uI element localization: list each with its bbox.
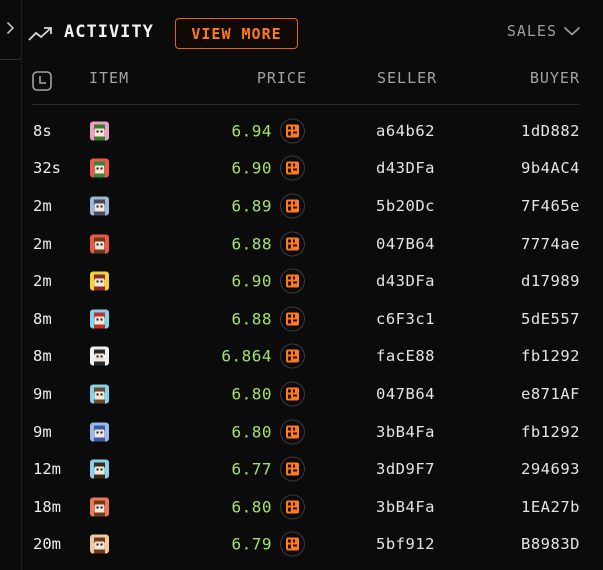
buyer-address[interactable]: e871AF (521, 385, 580, 403)
time-ago: 8m (33, 309, 52, 328)
item-avatar[interactable] (90, 121, 109, 141)
header-divider (32, 104, 580, 105)
buyer-address[interactable]: B8983D (521, 535, 580, 553)
blur-token-icon (280, 118, 305, 144)
view-more-button[interactable]: VIEW MORE (175, 18, 298, 49)
column-header-price[interactable]: PRICE (257, 69, 307, 91)
table-row[interactable]: 2m 6.88 047B64 7774ae (0, 225, 603, 263)
time-ago: 8m (33, 347, 52, 366)
item-avatar[interactable] (90, 346, 109, 366)
time-ago: 8s (33, 121, 52, 140)
table-row[interactable]: 8m 6.864 facE88 fb1292 (0, 338, 603, 376)
buyer-address[interactable]: 1dD882 (521, 122, 580, 140)
table-row[interactable]: 2m 6.90 d43DFa d17989 (0, 262, 603, 300)
price-value: 6.77 (231, 459, 272, 479)
seller-address[interactable]: 3dD9F7 (376, 460, 435, 478)
trending-up-icon (28, 26, 54, 46)
blur-token-icon (280, 456, 305, 482)
buyer-address[interactable]: 294693 (521, 460, 580, 478)
buyer-address[interactable]: fb1292 (521, 423, 580, 441)
seller-address[interactable]: facE88 (376, 347, 435, 365)
time-ago: 9m (33, 422, 52, 441)
table-row[interactable]: 9m 6.80 047B64 e871AF (0, 375, 603, 413)
time-ago: 12m (33, 460, 61, 479)
price-value: 6.90 (231, 158, 272, 178)
table-row[interactable]: 2m 6.89 5b20Dc 7F465e (0, 187, 603, 225)
blur-token-icon (280, 155, 305, 181)
time-ago: 32s (33, 159, 61, 178)
table-row[interactable]: 12m 6.77 3dD9F7 294693 (0, 450, 603, 488)
sales-filter-dropdown[interactable]: SALES (507, 22, 581, 40)
blur-token-icon (280, 419, 305, 445)
filter-label: SALES (506, 22, 557, 40)
table-row[interactable]: 8s 6.94 a64b62 1dD882 (0, 112, 603, 150)
buyer-address[interactable]: 5dE557 (521, 310, 580, 328)
blur-token-icon (280, 494, 305, 520)
blur-token-icon (280, 381, 305, 407)
item-avatar[interactable] (90, 196, 109, 216)
price-value: 6.79 (231, 534, 272, 554)
price-value: 6.864 (221, 346, 272, 366)
table-row[interactable]: 18m 6.80 3bB4Fa 1EA27b (0, 488, 603, 526)
price-value: 6.80 (231, 384, 272, 404)
price-value: 6.90 (231, 271, 272, 291)
blur-token-icon (280, 343, 305, 369)
price-value: 6.80 (231, 422, 272, 442)
item-avatar[interactable] (90, 534, 109, 554)
buyer-address[interactable]: 7F465e (521, 197, 580, 215)
seller-address[interactable]: d43DFa (376, 272, 435, 290)
column-header-buyer[interactable]: BUYER (530, 69, 580, 91)
time-ago: 20m (33, 535, 61, 554)
blur-token-icon (280, 531, 305, 557)
item-avatar[interactable] (90, 422, 109, 442)
price-value: 6.94 (231, 121, 272, 141)
seller-address[interactable]: 5bf912 (376, 535, 435, 553)
collapse-panel-button[interactable] (0, 0, 22, 60)
table-row[interactable]: 20m 6.79 5bf912 B8983D (0, 526, 603, 564)
item-avatar[interactable] (90, 497, 109, 517)
chevron-right-icon (6, 20, 15, 39)
column-header-item[interactable]: ITEM (89, 69, 129, 91)
item-avatar[interactable] (90, 384, 109, 404)
buyer-address[interactable]: 9b4AC4 (521, 159, 580, 177)
buyer-address[interactable]: 7774ae (521, 235, 580, 253)
buyer-address[interactable]: fb1292 (521, 347, 580, 365)
price-value: 6.88 (231, 309, 272, 329)
seller-address[interactable]: 047B64 (376, 385, 435, 403)
table-row[interactable]: 32s 6.90 d43DFa 9b4AC4 (0, 150, 603, 188)
seller-address[interactable]: d43DFa (376, 159, 435, 177)
item-avatar[interactable] (90, 234, 109, 254)
blur-token-icon (280, 268, 305, 294)
buyer-address[interactable]: 1EA27b (521, 498, 580, 516)
buyer-address[interactable]: d17989 (521, 272, 580, 290)
seller-address[interactable]: 3bB4Fa (376, 498, 435, 516)
blur-token-icon (280, 193, 305, 219)
price-value: 6.80 (231, 497, 272, 517)
activity-header: ACTIVITY VIEW MORE SALES (28, 18, 581, 50)
clock-icon (32, 71, 52, 93)
blur-token-icon (280, 231, 305, 257)
blur-token-icon (280, 306, 305, 332)
item-avatar[interactable] (90, 309, 109, 329)
page-title: ACTIVITY (64, 22, 154, 42)
item-avatar[interactable] (90, 459, 109, 479)
seller-address[interactable]: a64b62 (376, 122, 435, 140)
seller-address[interactable]: 5b20Dc (376, 197, 435, 215)
time-ago: 9m (33, 384, 52, 403)
price-value: 6.88 (231, 234, 272, 254)
seller-address[interactable]: 3bB4Fa (376, 423, 435, 441)
column-header-seller[interactable]: SELLER (377, 69, 437, 91)
time-ago: 2m (33, 234, 52, 253)
time-ago: 18m (33, 497, 61, 516)
seller-address[interactable]: 047B64 (376, 235, 435, 253)
time-ago: 2m (33, 272, 52, 291)
table-row[interactable]: 9m 6.80 3bB4Fa fb1292 (0, 413, 603, 451)
price-value: 6.89 (231, 196, 272, 216)
chevron-down-icon (563, 22, 581, 40)
time-ago: 2m (33, 196, 52, 215)
item-avatar[interactable] (90, 271, 109, 291)
item-avatar[interactable] (90, 158, 109, 178)
table-row[interactable]: 8m 6.88 c6F3c1 5dE557 (0, 300, 603, 338)
seller-address[interactable]: c6F3c1 (376, 310, 435, 328)
